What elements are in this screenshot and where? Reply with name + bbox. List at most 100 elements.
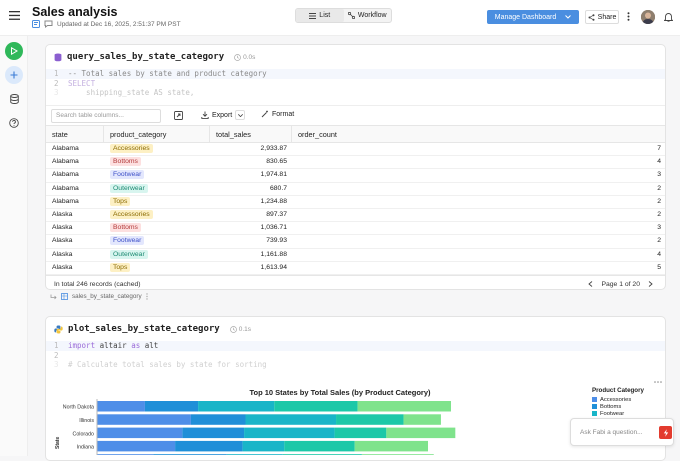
legend-swatch <box>592 397 597 402</box>
column-header-product-category[interactable]: product_category <box>104 126 210 142</box>
plus-icon <box>10 71 18 79</box>
table-row[interactable]: Alabama Accessories 2,933.87 7 <box>46 143 665 157</box>
chevron-right-icon[interactable] <box>648 281 653 287</box>
table-row[interactable]: Alaska Tops 1,613.94 5 <box>46 262 665 275</box>
cell-name[interactable]: plot_sales_by_state_category <box>68 324 220 334</box>
code-line: 3 # Calculate total sales by state for so… <box>54 360 267 369</box>
avatar-image <box>641 10 655 24</box>
table-row[interactable]: Alabama Outerwear 680.7 2 <box>46 183 665 196</box>
legend-swatch <box>592 411 597 416</box>
top-bar: Sales analysis Updated at Dec 16, 2025, … <box>0 0 680 36</box>
sales-cell: 897.37 <box>266 211 287 218</box>
bar-segment <box>97 454 154 455</box>
category-cell: Outerwear <box>104 183 210 195</box>
expand-icon[interactable] <box>174 111 183 120</box>
category-tag: Tops <box>110 262 131 272</box>
send-button[interactable] <box>659 426 672 439</box>
updated-text: Updated at Dec 16, 2025, 2:51:37 PM PST <box>57 20 181 28</box>
table-row[interactable]: Alabama Footwear 1,974.81 3 <box>46 169 665 183</box>
python-code-editor[interactable]: 1 import altair as alt 2 3 # Calculate tot… <box>46 341 665 370</box>
state-cell: Alabama <box>52 171 79 179</box>
sql-cell: query_sales_by_state_category 0.0s 1 -- T… <box>45 44 666 290</box>
format-button[interactable]: Format <box>261 110 294 118</box>
table-row[interactable]: Alaska Outerwear 1,161.88 4 <box>46 249 665 262</box>
document-icon[interactable] <box>32 20 40 28</box>
column-header-state[interactable]: state <box>46 126 104 142</box>
page-title: Sales analysis <box>32 5 118 19</box>
table-row[interactable]: Alabama Bottoms 830.65 4 <box>46 156 665 170</box>
database-button[interactable] <box>5 90 23 108</box>
bar-segment <box>274 401 358 412</box>
code-line: 1 -- Total sales by state and product cat… <box>46 69 665 79</box>
cell-name[interactable]: query_sales_by_state_category <box>67 52 224 62</box>
chart-container: Top 10 States by Total Sales (by Product… <box>54 385 578 455</box>
legend-item: Bottoms <box>592 403 644 410</box>
manage-dashboard-button[interactable]: Manage Dashboard <box>487 10 579 24</box>
bar-segment <box>354 440 429 452</box>
export-button[interactable]: Export <box>201 110 246 120</box>
state-cell: Alaska <box>52 250 73 258</box>
more-options-icon[interactable] <box>654 381 662 383</box>
chevron-left-icon[interactable] <box>588 281 593 287</box>
table-row[interactable]: Alabama Tops 1,234.88 2 <box>46 196 665 209</box>
export-dropdown[interactable] <box>235 110 246 120</box>
bell-icon[interactable] <box>664 12 673 22</box>
column-header-total-sales[interactable]: total_sales <box>210 126 292 142</box>
python-icon <box>54 325 63 333</box>
list-view-button[interactable]: List <box>296 9 344 22</box>
user-avatar[interactable] <box>641 10 655 24</box>
bar-segment <box>182 427 245 439</box>
output-reference-name[interactable]: sales_by_state_category <box>72 293 142 300</box>
bar-segment <box>284 440 355 452</box>
count-cell: 4 <box>657 250 661 258</box>
sql-cell-header: query_sales_by_state_category 0.0s <box>54 49 255 65</box>
count-cell: 3 <box>657 224 661 232</box>
bar-segment <box>226 454 283 455</box>
category-cell: Footwear <box>104 169 210 181</box>
stacked-bar-chart: Top 10 States by Total Sales (by Product… <box>55 388 456 455</box>
category-cell: Accessories <box>104 143 210 155</box>
bar-segment <box>361 454 434 455</box>
state-cell: Alabama <box>52 158 79 166</box>
more-options-icon[interactable] <box>145 293 148 300</box>
magic-wand-icon <box>261 110 268 118</box>
chevron-down-icon[interactable] <box>565 15 572 19</box>
code-line: 3 shipping_state AS state, <box>54 88 195 97</box>
column-header-order-count[interactable]: order_count <box>292 126 665 142</box>
code-text: import altair as alt <box>68 341 159 350</box>
count-cell: 2 <box>657 184 661 192</box>
bar-segment <box>334 427 387 439</box>
bar-segment <box>97 427 183 439</box>
table-row[interactable]: Alaska Footwear 739.93 2 <box>46 235 665 249</box>
run-button[interactable] <box>5 42 23 60</box>
share-button[interactable]: Share <box>585 10 619 24</box>
table-row[interactable]: Alaska Accessories 897.37 2 <box>46 209 665 223</box>
state-cell: Alaska <box>52 211 73 218</box>
state-cell: Alabama <box>52 145 79 152</box>
bar-segment <box>357 401 452 412</box>
chat-input[interactable]: Ask Fabi a question... <box>580 429 643 436</box>
category-tag: Footwear <box>110 170 145 180</box>
y-tick-label: Indiana <box>77 445 94 451</box>
category-tag: Tops <box>110 196 131 206</box>
legend-swatch <box>592 404 597 409</box>
category-cell: Footwear <box>104 235 210 247</box>
chat-icon[interactable] <box>44 20 53 28</box>
search-columns-input[interactable]: Search table columns... <box>51 109 161 123</box>
code-line: 2 <box>54 350 59 360</box>
bar-segment <box>245 414 337 425</box>
sales-cell: 739.93 <box>266 237 287 245</box>
cell-timing: 0.1s <box>229 326 251 333</box>
menu-icon[interactable] <box>9 11 20 20</box>
help-button[interactable] <box>5 114 23 132</box>
table-row[interactable]: Alaska Bottoms 1,036.71 3 <box>46 222 665 236</box>
sales-cell: 1,234.88 <box>260 197 287 205</box>
add-cell-button[interactable] <box>5 66 23 84</box>
play-icon <box>11 47 18 55</box>
download-icon <box>201 111 209 119</box>
category-tag: Bottoms <box>110 157 141 167</box>
legend-item: Accessories <box>592 396 644 403</box>
workflow-view-button[interactable]: Workflow <box>344 9 392 22</box>
more-options-icon[interactable] <box>627 12 630 21</box>
sql-code-editor[interactable]: 1 -- Total sales by state and product cat… <box>46 69 665 98</box>
